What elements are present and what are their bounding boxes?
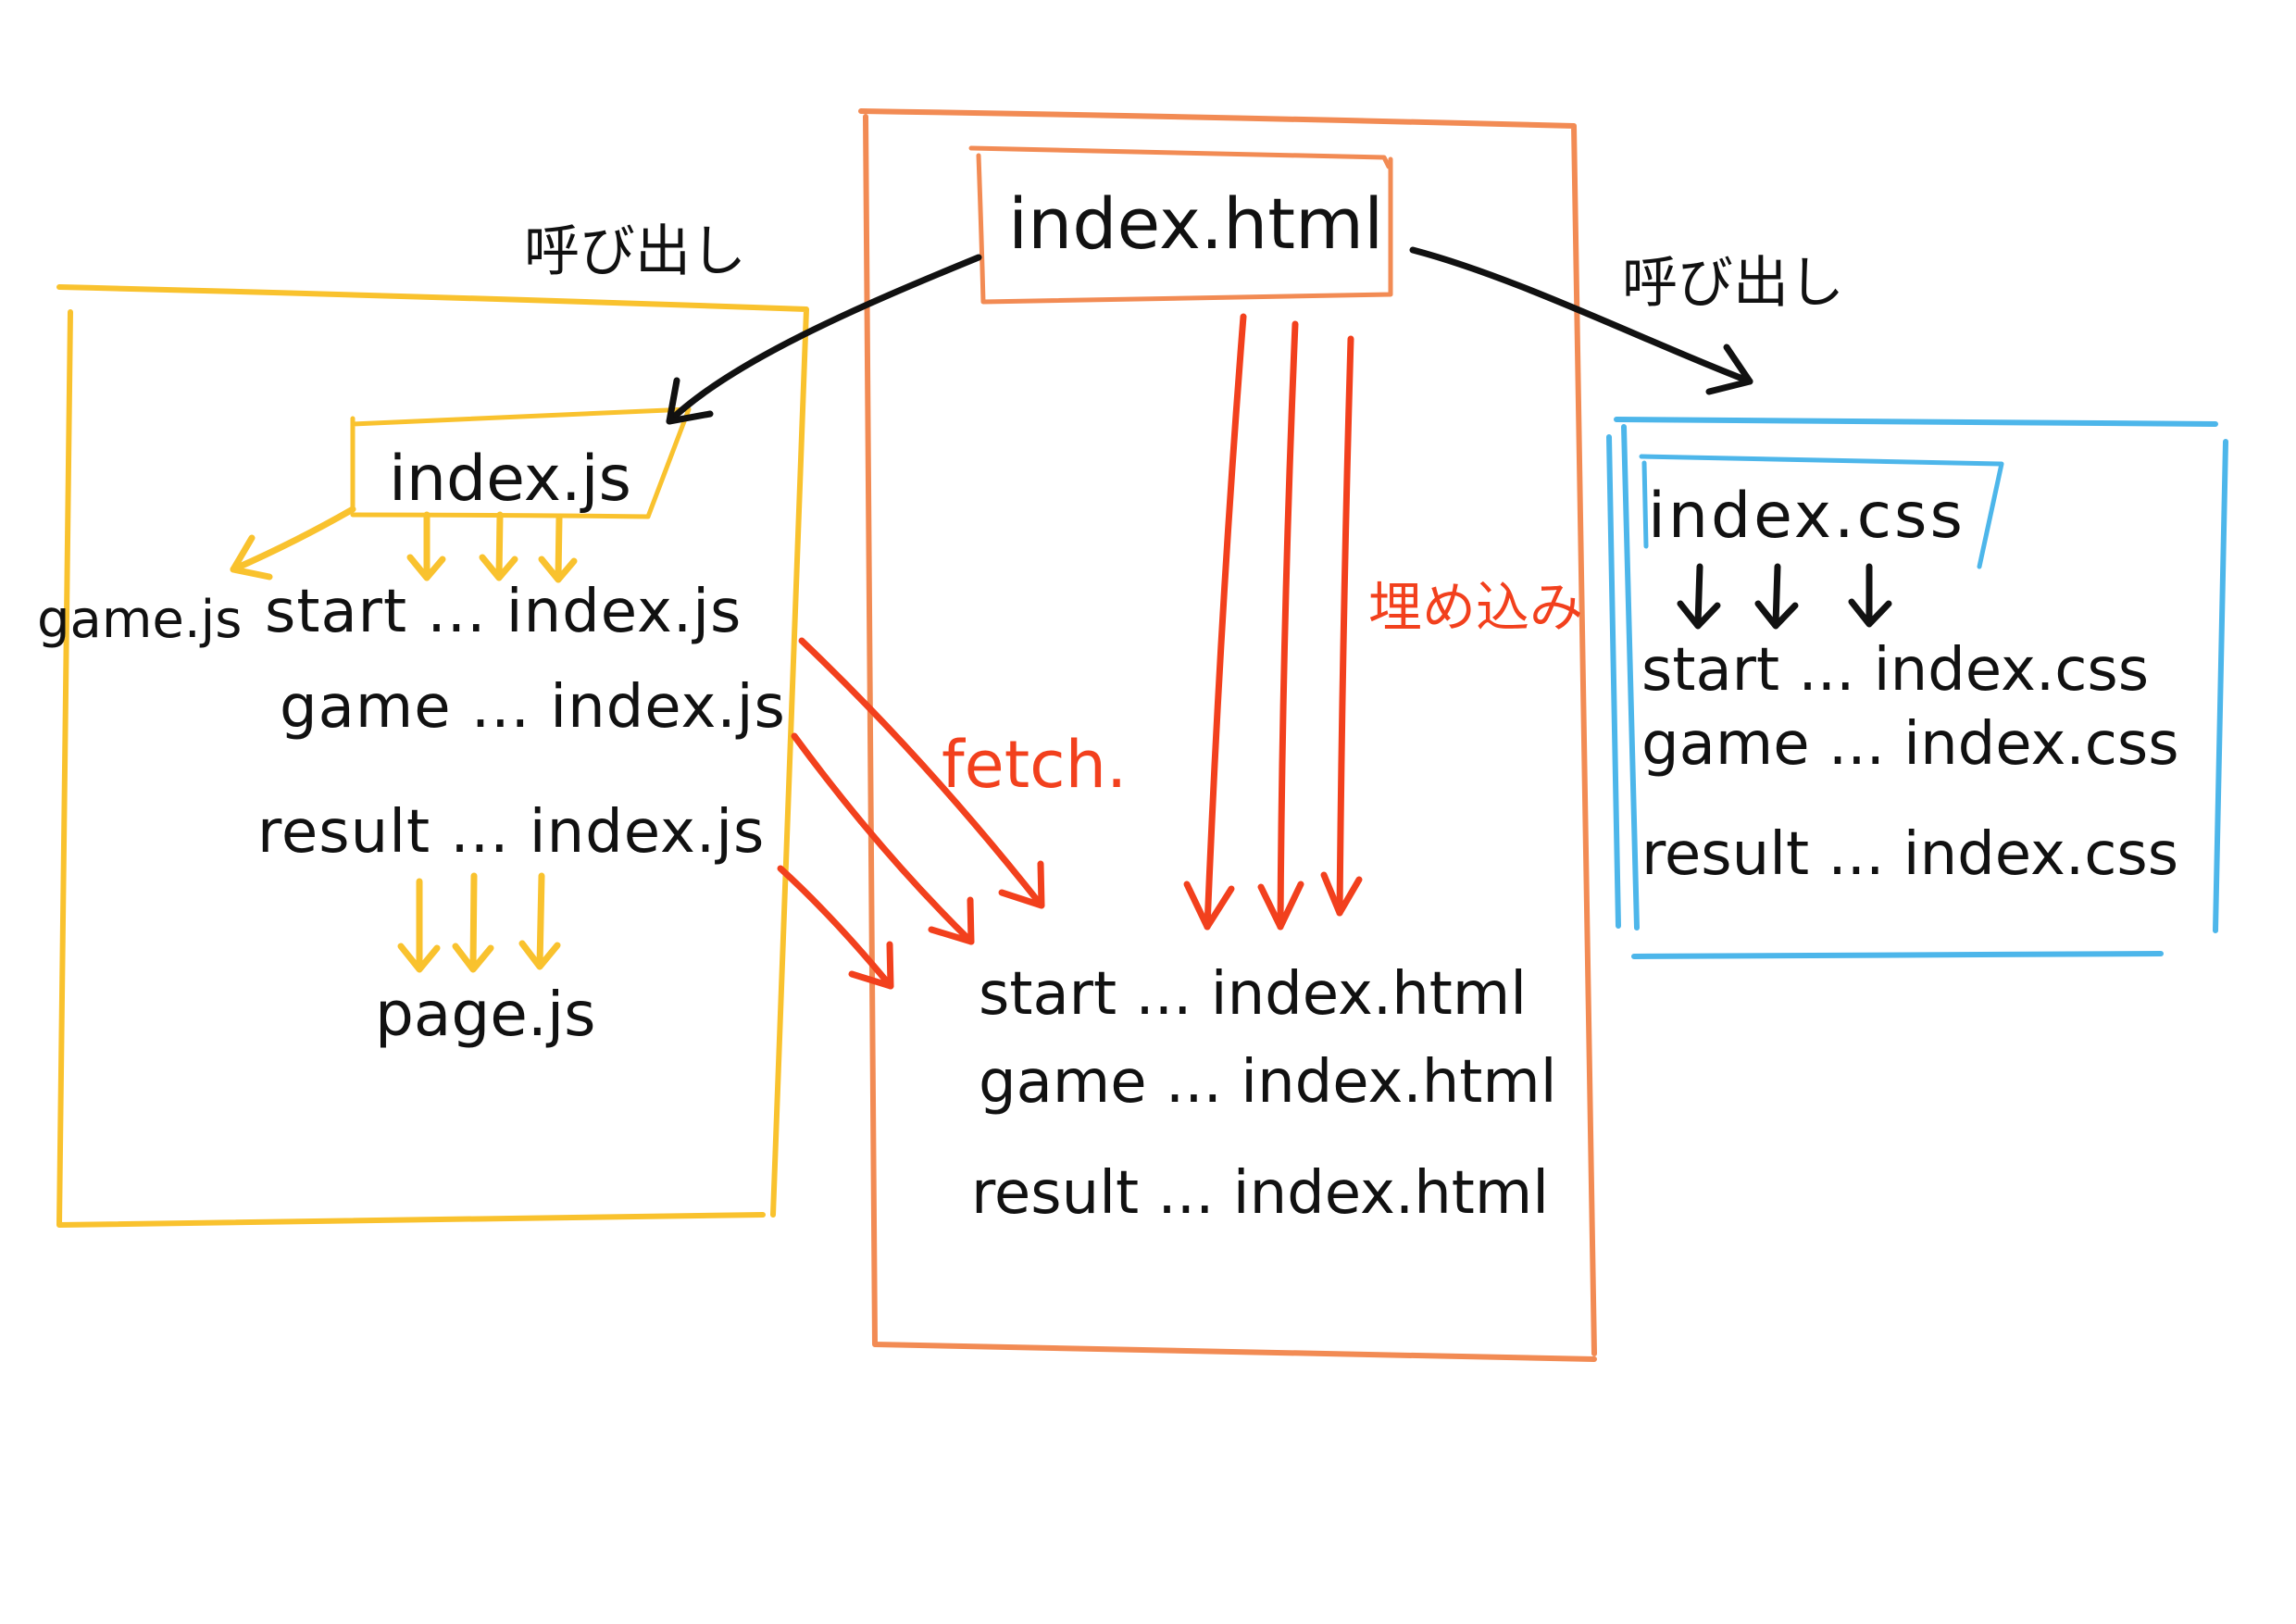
css-page-game: game ... index.css [1641, 710, 2179, 779]
arrow-pages-to-page-js-2 [452, 872, 494, 973]
html-group: index.html 埋め込み fetch. start ... index.h… [858, 108, 1597, 1362]
html-page-start: start ... index.html [979, 960, 1527, 1029]
js-call-label: 呼び出し [524, 219, 746, 284]
arrow-js-to-pages-1 [406, 511, 446, 581]
fetch-label: fetch. [942, 727, 1127, 803]
arrow-pages-to-page-js-3 [518, 872, 561, 970]
arrow-js-to-pages-2 [479, 511, 518, 581]
js-page-game: game ... index.js [280, 673, 786, 742]
embed-arrow-game [1257, 320, 1304, 931]
js-group: 呼び出し index.js game.js start ... index.js… [37, 219, 1045, 1228]
embed-arrow-result [1320, 335, 1363, 917]
diagram-canvas: index.html 埋め込み fetch. start ... index.h… [37, 108, 2228, 1362]
css-page-start: start ... index.css [1641, 636, 2149, 705]
arrow-to-game-js [230, 506, 356, 581]
css-page-result: result ... index.css [1641, 820, 2178, 889]
embed-label: 埋め込み [1368, 576, 1583, 639]
html-page-game: game ... index.html [979, 1048, 1557, 1117]
embed-arrow-start [1183, 313, 1247, 931]
js-page-result: result ... index.js [257, 798, 765, 867]
arrow-js-to-pages-3 [538, 515, 578, 583]
index-js-label: index.js [389, 443, 631, 516]
css-call-label: 呼び出し [1622, 251, 1844, 316]
html-page-result: result ... index.html [971, 1159, 1549, 1228]
arrow-css-to-pages-3 [1848, 563, 1892, 628]
page-js-label: page.js [375, 979, 596, 1050]
game-js-label: game.js [37, 590, 242, 650]
arrow-css-to-pages-2 [1754, 563, 1799, 630]
arrow-pages-to-page-js-1 [397, 878, 441, 973]
arrow-css-to-pages-1 [1677, 563, 1721, 630]
index-css-label: index.css [1648, 480, 1965, 553]
js-group-frame [56, 284, 809, 1228]
index-html-label: index.html [1008, 182, 1383, 265]
js-page-start: start ... index.js [265, 578, 742, 646]
